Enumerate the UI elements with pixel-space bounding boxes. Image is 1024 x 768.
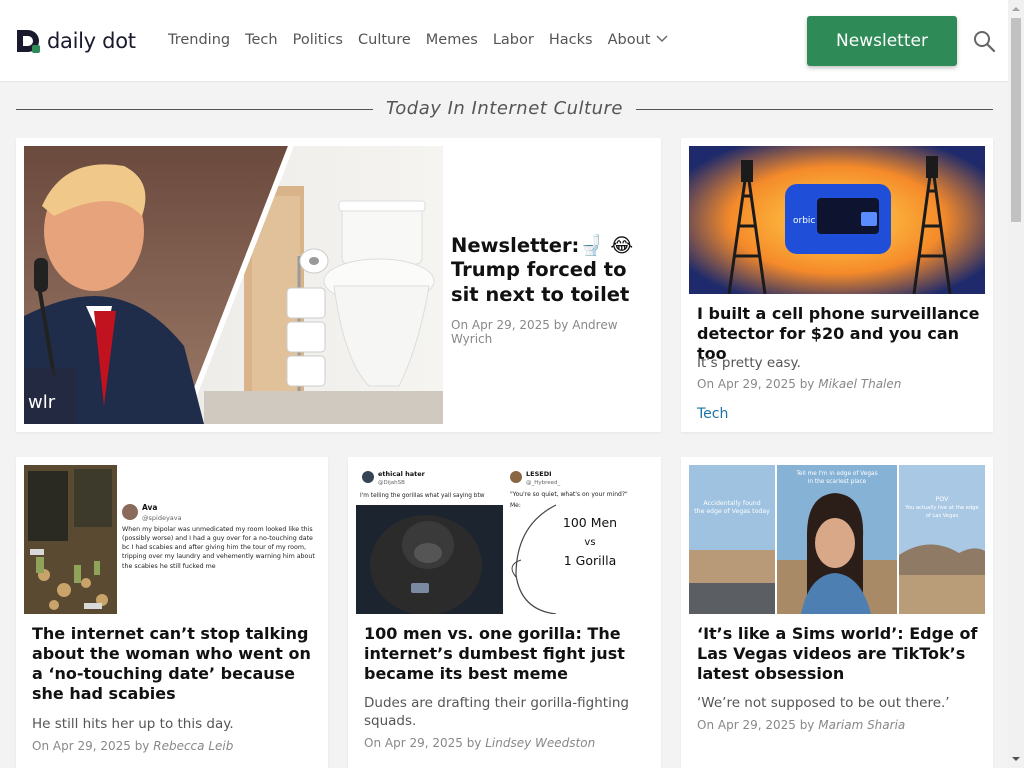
scrollbar-thumb[interactable] (1011, 18, 1021, 222)
section-heading: Today In Internet Culture (16, 96, 993, 124)
side-category-tag[interactable]: Tech (697, 406, 728, 422)
meme-line-3: 1 Gorilla (564, 553, 616, 568)
orbic-device-label: orbic (793, 216, 815, 226)
featured-headline[interactable]: Newsletter:🚽 😂 Trump forced to sit next … (451, 234, 651, 307)
featured-article-card[interactable]: wlr Newsletter:🚽 😂 Trump forced to sit n… (16, 138, 661, 432)
tweet-right-me: Me: (510, 502, 521, 509)
search-icon[interactable] (972, 29, 996, 53)
tweet-author-name: Ava (142, 503, 158, 512)
edge-of-vegas-image: Accidentally found the edge of Vegas tod… (689, 465, 985, 614)
side-date: On Apr 29, 2025 by (697, 377, 819, 391)
article-headline-scabies[interactable]: The internet can’t stop talking about th… (32, 624, 324, 704)
tiktok-caption-left-1: Accidentally found (703, 500, 760, 507)
article-image-gorilla[interactable]: ethical hater @DijahSB I'm telling the g… (356, 465, 653, 614)
article-card-scabies[interactable]: Ava @spideyava When my bipolar was unmed… (16, 457, 328, 768)
tweet-text: When my bipolar was unmedicated my room … (122, 526, 315, 570)
site-header: daily dot Trending Tech Politics Culture… (0, 0, 1008, 82)
article-image-scabies[interactable]: Ava @spideyava When my bipolar was unmed… (24, 465, 320, 614)
tweet-author-handle: @spideyava (142, 514, 182, 522)
tweet-left-text: I'm telling the gorillas what yall sayin… (360, 493, 485, 499)
nav-item-politics[interactable]: Politics (293, 32, 343, 48)
side-dek: It’s pretty easy. (697, 355, 801, 371)
nav-item-culture[interactable]: Culture (358, 32, 411, 48)
article-author-gorilla[interactable]: Lindsey Weedston (485, 736, 595, 750)
watermark-text: wlr (28, 392, 56, 413)
article-card-gorilla[interactable]: ethical hater @DijahSB I'm telling the g… (348, 457, 661, 768)
tiktok-caption-right-2: You actually live at the edge (904, 505, 979, 511)
side-meta: On Apr 29, 2025 by Mikael Thalen (697, 377, 901, 391)
article-card-vegas[interactable]: Accidentally found the edge of Vegas tod… (681, 457, 993, 768)
nav-item-tech[interactable]: Tech (245, 32, 277, 48)
nav-item-about[interactable]: About (608, 32, 669, 48)
tiktok-caption-right-3: of Las Vegas (926, 513, 959, 519)
cell-tower-device-image: orbic (689, 146, 985, 294)
nav-item-labor[interactable]: Labor (493, 32, 534, 48)
newsletter-button[interactable]: Newsletter (807, 16, 957, 66)
article-headline-vegas[interactable]: ‘It’s like a Sims world’: Edge of Las Ve… (697, 624, 985, 684)
tiktok-caption-right-1: POV (936, 496, 949, 503)
nav-item-about-label: About (607, 32, 651, 48)
messy-room-tweet-image: Ava @spideyava When my bipolar was unmed… (24, 465, 320, 614)
tiktok-caption-mid-2: in the scariest place (808, 479, 867, 485)
article-meta-gorilla: On Apr 29, 2025 by Lindsey Weedston (364, 736, 595, 750)
article-date-gorilla: On Apr 29, 2025 by (364, 736, 486, 750)
meme-line-2: vs (584, 537, 595, 548)
trump-toilet-image: wlr (24, 146, 443, 424)
tweet-left-name: ethical hater (378, 470, 426, 478)
article-meta-vegas: On Apr 29, 2025 by Mariam Sharia (697, 718, 905, 732)
meme-line-1: 100 Men (563, 515, 617, 530)
tweet-right-name: LESEDI (526, 470, 552, 478)
nav-item-memes[interactable]: Memes (426, 32, 478, 48)
side-author[interactable]: Mikael Thalen (818, 377, 901, 391)
logo-mark-icon (17, 30, 40, 53)
article-dek-scabies: He still hits her up to this day. (32, 716, 234, 732)
side-article-image[interactable]: orbic (689, 146, 985, 294)
nav-item-hacks[interactable]: Hacks (549, 32, 593, 48)
nav-item-trending[interactable]: Trending (168, 32, 230, 48)
article-dek-vegas: ‘We’re not supposed to be out there.’ (697, 695, 950, 711)
side-article-card[interactable]: orbic I built a cell phone surveillance … (681, 138, 993, 432)
heading-rule-right (636, 109, 993, 110)
article-date-vegas: On Apr 29, 2025 by (697, 718, 819, 732)
tiktok-caption-mid-1: Tell me I'm in edge of Vegas (795, 471, 877, 477)
article-image-vegas[interactable]: Accidentally found the edge of Vegas tod… (689, 465, 985, 614)
article-headline-gorilla[interactable]: 100 men vs. one gorilla: The internet’s … (364, 624, 656, 684)
article-date-scabies: On Apr 29, 2025 by (32, 739, 154, 753)
featured-date: On Apr 29, 2025 by (451, 318, 573, 332)
scroll-down-arrow-icon[interactable] (1011, 754, 1021, 764)
tweet-left-handle: @DijahSB (378, 480, 405, 486)
tiktok-caption-left-2: the edge of Vegas today (694, 508, 770, 515)
article-author-scabies[interactable]: Rebecca Leib (153, 739, 233, 753)
featured-article-image[interactable]: wlr (24, 146, 443, 424)
article-meta-scabies: On Apr 29, 2025 by Rebecca Leib (32, 739, 233, 753)
featured-meta: On Apr 29, 2025 by Andrew Wyrich (451, 318, 661, 346)
chevron-down-icon (656, 35, 668, 42)
article-author-vegas[interactable]: Mariam Sharia (818, 718, 905, 732)
scroll-up-arrow-icon[interactable] (1011, 4, 1021, 14)
gorilla-meme-image: ethical hater @DijahSB I'm telling the g… (356, 465, 653, 614)
tweet-right-quote: "You're so quiet, what's on your mind?" (510, 491, 628, 498)
main-nav: Trending Tech Politics Culture Memes Lab… (168, 32, 683, 48)
article-dek-gorilla: Dudes are drafting their gorilla-fightin… (364, 695, 629, 730)
tweet-right-handle: @_Hybreed_ (526, 480, 561, 486)
daily-dot-logo[interactable]: daily dot (15, 28, 136, 54)
logo-wordmark: daily dot (47, 29, 136, 53)
